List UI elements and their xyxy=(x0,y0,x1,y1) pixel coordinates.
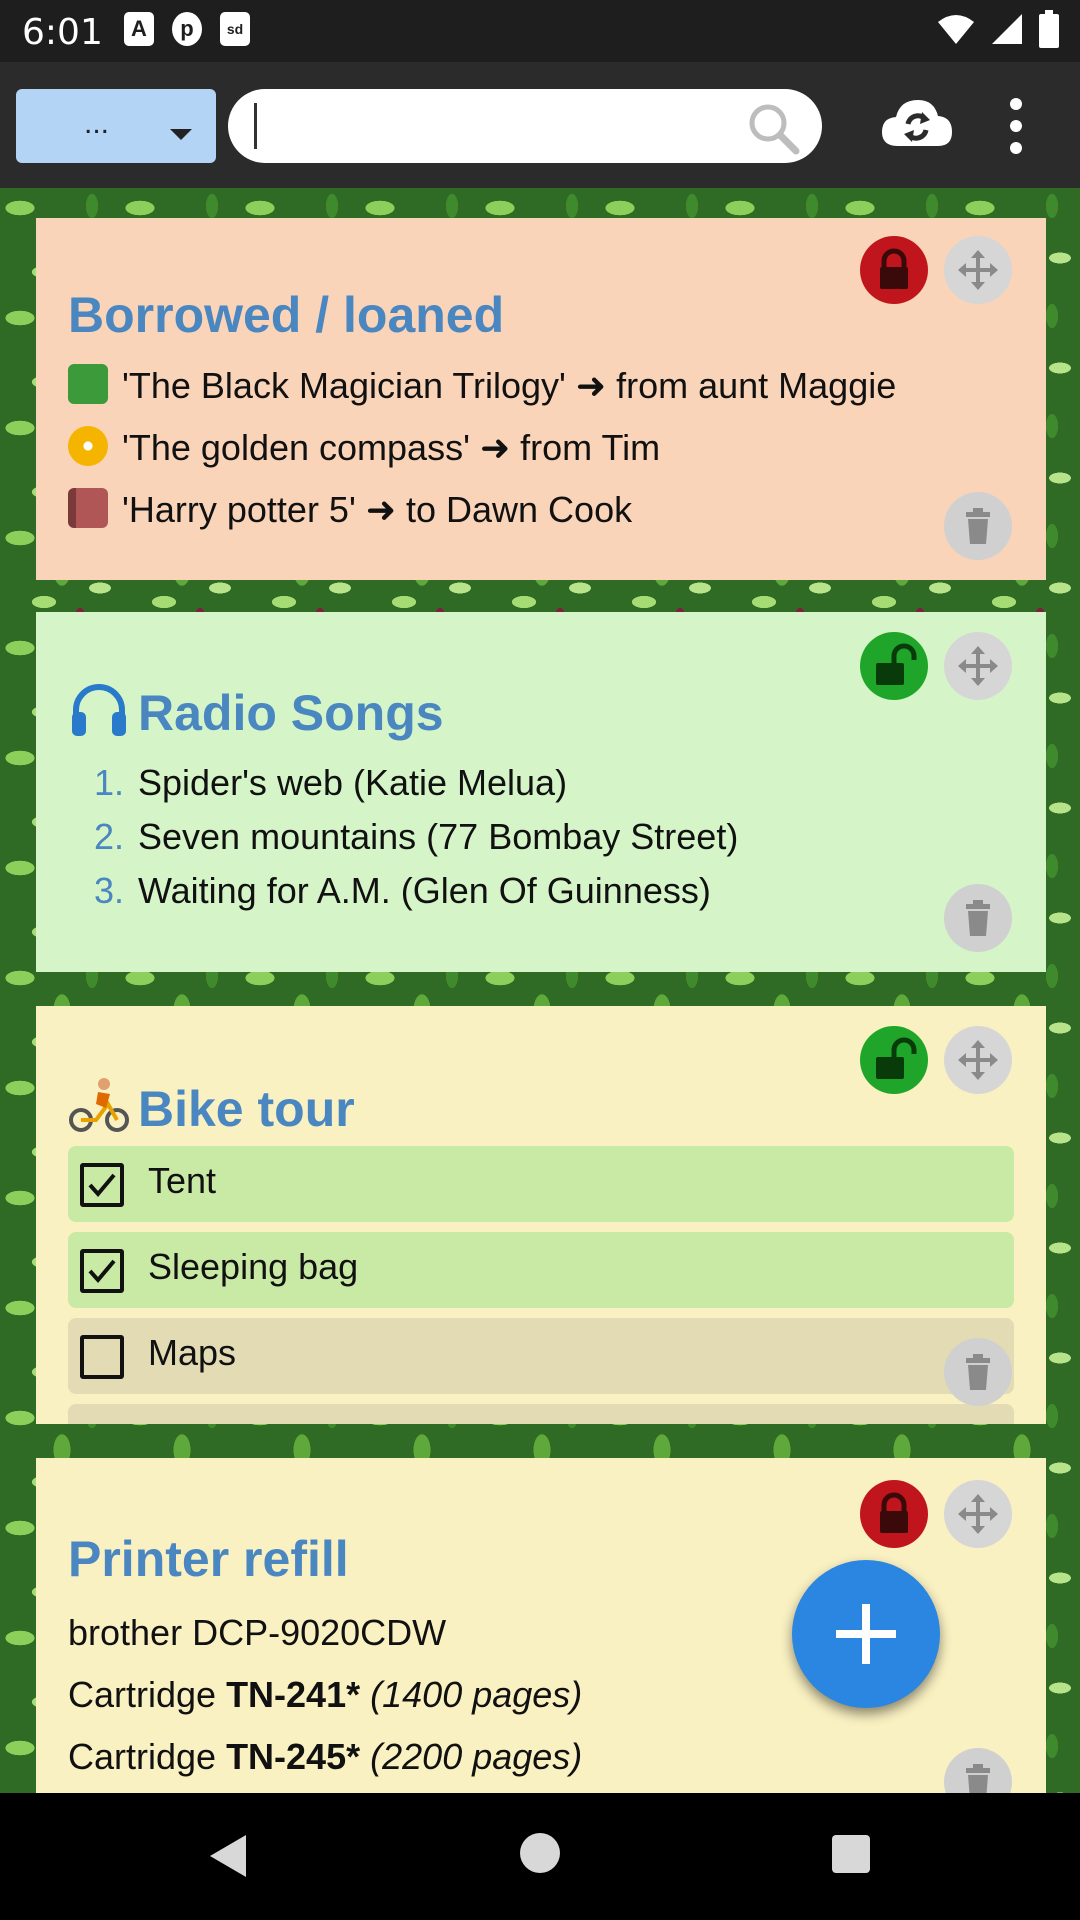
note-line: 'Harry potter 5' ➜ to Dawn Cook xyxy=(68,488,632,531)
search-icon[interactable] xyxy=(746,101,800,155)
checklist-label: Tent xyxy=(148,1160,217,1201)
checklist-item[interactable]: Sleeping bag xyxy=(68,1232,1014,1308)
lock-closed-icon xyxy=(880,1492,908,1533)
delete-button[interactable] xyxy=(944,884,1012,952)
note-borrowed-loaned[interactable]: Borrowed / loaned 'The Black Magician Tr… xyxy=(36,218,1046,580)
dropdown-caret-icon xyxy=(170,129,192,140)
note-line: Cartridge TN-245* (2200 pages) xyxy=(68,1736,583,1777)
list-item: 1. Spider's web (Katie Melua) xyxy=(94,762,568,803)
green-book-icon xyxy=(68,364,108,404)
trash-icon xyxy=(966,1354,990,1390)
wifi-icon xyxy=(938,15,974,44)
lock-button[interactable] xyxy=(860,236,928,304)
lock-open-icon xyxy=(876,1037,917,1079)
trash-icon xyxy=(966,1764,990,1793)
cyclist-icon xyxy=(69,1078,129,1132)
move-arrows-icon xyxy=(958,250,998,290)
trash-icon xyxy=(966,508,990,544)
note-line: 'The Black Magician Trilogy' ➜ from aunt… xyxy=(68,364,896,407)
lock-open-icon xyxy=(876,643,917,685)
search-input[interactable] xyxy=(254,99,724,153)
note-title: Printer refill xyxy=(68,1531,349,1587)
move-button[interactable] xyxy=(944,1480,1012,1548)
cloud-sync-icon[interactable] xyxy=(880,94,954,156)
battery-icon xyxy=(1039,10,1059,48)
app-notification-icon: p xyxy=(172,12,202,46)
move-arrows-icon xyxy=(958,1040,998,1080)
notes-list[interactable]: Borrowed / loaned 'The Black Magician Tr… xyxy=(0,188,1080,1793)
note-title: Radio Songs xyxy=(68,680,444,742)
move-arrows-icon xyxy=(958,1494,998,1534)
notebook-icon xyxy=(68,488,108,528)
trash-icon xyxy=(966,900,990,936)
system-icons xyxy=(936,10,1060,48)
move-button[interactable] xyxy=(944,236,1012,304)
app-toolbar: ... xyxy=(0,62,1080,188)
status-time: 6:01 xyxy=(22,12,103,53)
checkbox-checked[interactable] xyxy=(80,1163,124,1207)
move-arrows-icon xyxy=(958,646,998,686)
lock-closed-icon xyxy=(880,248,908,289)
more-options-icon[interactable] xyxy=(996,96,1036,156)
note-line: Cartridge TN-241* (1400 pages) xyxy=(68,1674,583,1715)
checklist-item[interactable]: Maps xyxy=(68,1318,1014,1394)
font-notification-icon: A xyxy=(124,12,154,46)
cell-signal-icon xyxy=(992,14,1022,44)
sd-card-icon: sd xyxy=(220,12,250,46)
system-nav-bar xyxy=(0,1793,1080,1920)
list-item: 3. Waiting for A.M. (Glen Of Guinness) xyxy=(94,870,711,911)
checklist-label: Maps xyxy=(148,1332,237,1373)
delete-button[interactable] xyxy=(944,492,1012,560)
recents-icon[interactable] xyxy=(832,1835,870,1873)
checklist-item[interactable]: Tent xyxy=(68,1146,1014,1222)
lock-button[interactable] xyxy=(860,632,928,700)
home-icon[interactable] xyxy=(520,1833,560,1873)
checklist-item-partial[interactable] xyxy=(68,1404,1014,1424)
add-note-button[interactable] xyxy=(792,1560,940,1708)
search-box[interactable] xyxy=(228,89,822,163)
plus-icon xyxy=(836,1604,896,1664)
note-title: Bike tour xyxy=(68,1074,355,1138)
headphones-icon xyxy=(72,684,126,736)
lock-button[interactable] xyxy=(860,1480,928,1548)
checkbox-unchecked[interactable] xyxy=(80,1335,124,1379)
dropdown-label: ... xyxy=(84,107,110,140)
move-button[interactable] xyxy=(944,1026,1012,1094)
dvd-icon xyxy=(68,426,108,466)
note-radio-songs[interactable]: Radio Songs 1. Spider's web (Katie Melua)… xyxy=(36,612,1046,972)
status-bar: 6:01 A p sd xyxy=(0,0,1080,62)
checkbox-checked[interactable] xyxy=(80,1249,124,1293)
delete-button[interactable] xyxy=(944,1338,1012,1406)
checkmark-icon xyxy=(88,1173,116,1198)
checklist-label: Sleeping bag xyxy=(148,1246,359,1287)
note-line: brother DCP-9020CDW xyxy=(68,1612,447,1653)
note-line: 'The golden compass' ➜ from Tim xyxy=(68,426,660,469)
checkmark-icon xyxy=(88,1259,116,1284)
lock-button[interactable] xyxy=(860,1026,928,1094)
notification-icons: A p sd xyxy=(124,12,250,46)
category-dropdown[interactable]: ... xyxy=(16,89,216,163)
note-bike-tour[interactable]: Bike tour Tent Sleeping bag Maps xyxy=(36,1006,1046,1424)
delete-button[interactable] xyxy=(944,1748,1012,1793)
back-icon[interactable] xyxy=(208,1833,248,1879)
note-title: Borrowed / loaned xyxy=(68,287,505,343)
move-button[interactable] xyxy=(944,632,1012,700)
list-item: 2. Seven mountains (77 Bombay Street) xyxy=(94,816,739,857)
